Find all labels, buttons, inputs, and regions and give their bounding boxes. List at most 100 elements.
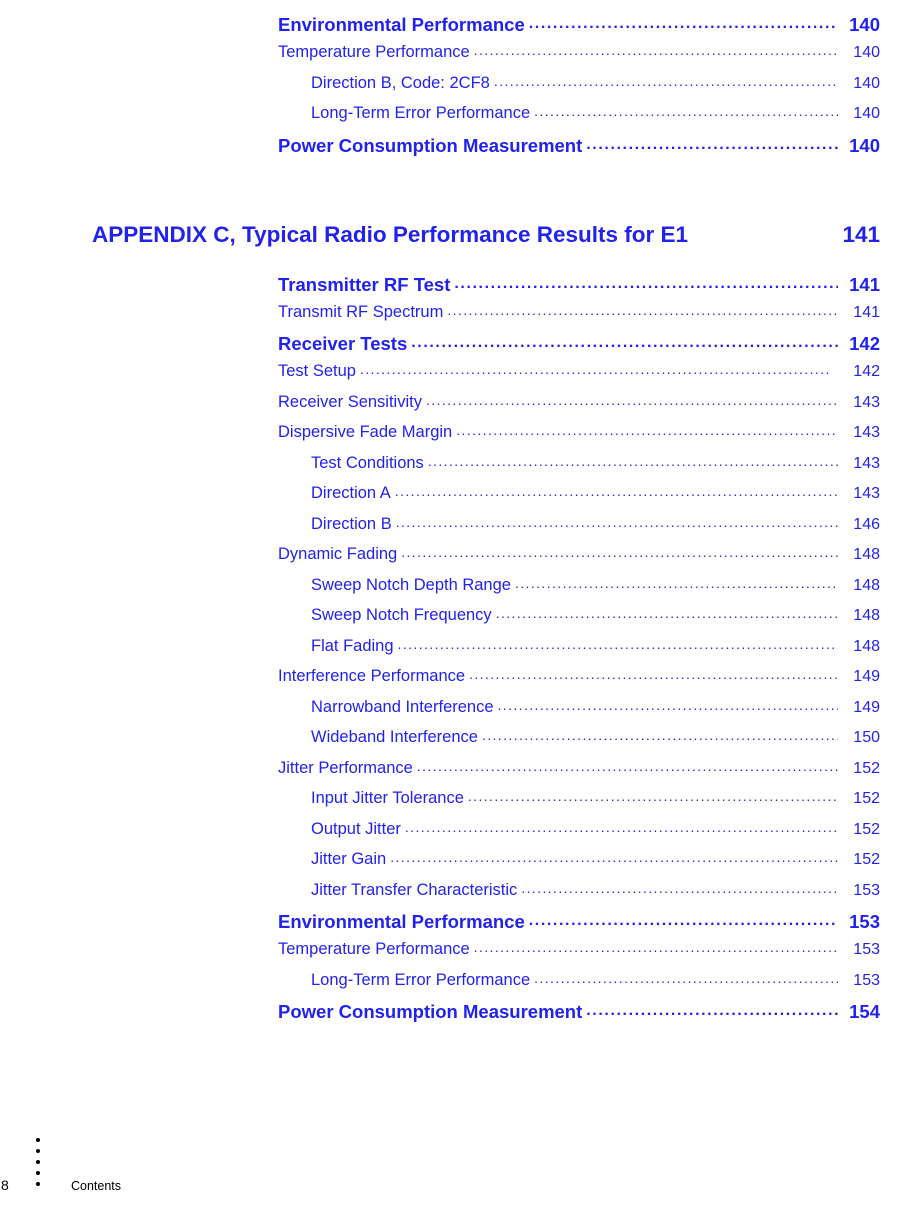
toc-entry-page: 149 [853,698,880,716]
toc-entry-page: 153 [853,881,880,899]
toc-leader-dots: ........................................… [427,452,838,469]
toc-entry-label: Power Consumption Measurement [278,1001,583,1022]
toc-entry[interactable]: Output Jitter...........................… [311,818,880,851]
toc-leader-dots: ........................................… [454,274,838,292]
toc-entry[interactable]: Direction A.............................… [311,483,880,515]
toc-entry-label: Direction B, Code: 2CF8 [311,73,490,92]
toc-entry-page: 154 [849,1001,880,1022]
toc-entry[interactable]: Wideband Interference...................… [311,727,880,759]
toc-entry-label: Long-Term Error Performance [311,970,531,989]
toc-leader-dots: ........................................… [473,42,838,58]
toc-entry-page: 148 [853,637,880,655]
toc-entry[interactable]: Receiver Tests..........................… [278,333,880,362]
toc-entry[interactable]: Environmental Performance...............… [278,911,880,940]
top-spacer [0,0,909,14]
toc-entry[interactable]: Narrowband Interference.................… [311,697,880,729]
toc-leader-dots: ........................................… [528,15,838,32]
toc-entry[interactable]: Dynamic Fading..........................… [278,544,880,576]
toc-entry-page: 142 [853,363,880,380]
toc-leader-dots: ........................................… [586,1002,838,1019]
toc-entry[interactable]: Interference Performance................… [278,666,880,698]
toc-entry-label: Long-Term Error Performance [311,104,531,122]
footer-dot-5 [36,1182,40,1186]
toc-entry-page: 142 [849,333,880,354]
toc-entry-page: 152 [853,851,880,868]
toc-leader-dots: ........................................… [404,818,838,835]
toc-entry-page: 146 [853,515,880,533]
toc-entry-label: Output Jitter [311,819,401,838]
toc-entry[interactable]: Transmitter RF Test.....................… [278,274,880,303]
toc-entry-label: Transmit RF Spectrum [278,302,444,321]
toc-entry[interactable]: Test Setup..............................… [278,361,880,393]
toc-entry[interactable]: Direction B.............................… [311,514,880,546]
toc-entry-label: Narrowband Interference [311,697,494,716]
toc-leader-dots: ........................................… [469,666,838,682]
appendix-c-heading[interactable]: APPENDIX C, Typical Radio Performance Re… [92,222,880,248]
toc-leader-dots: ........................................… [390,849,838,865]
toc-entry-label: Test Setup [278,362,356,380]
toc-leader-dots: ........................................… [456,422,838,438]
toc-entry[interactable]: Jitter Gain.............................… [311,849,880,881]
toc-section-appendix: Transmitter RF Test.....................… [0,274,909,1031]
appendix-gap-below [0,248,909,274]
footer-dot-decoration [36,1138,40,1186]
footer-dot-1 [36,1138,40,1142]
toc-entry-label: Sweep Notch Depth Range [311,575,511,594]
toc-page: Environmental Performance...............… [0,0,909,1220]
toc-entry-label: Temperature Performance [278,940,470,958]
footer-dot-2 [36,1149,40,1153]
appendix-c-title: APPENDIX C, Typical Radio Performance Re… [92,221,688,247]
toc-entry[interactable]: Receiver Sensitivity....................… [278,392,880,424]
toc-entry[interactable]: Environmental Performance...............… [278,14,880,43]
toc-entry[interactable]: Test Conditions.........................… [311,452,880,485]
toc-entry[interactable]: Power Consumption Measurement...........… [278,135,880,164]
footer-section-label: Contents [71,1179,122,1193]
toc-entry[interactable]: Direction B, Code: 2CF8.................… [311,72,880,105]
footer-dot-4 [36,1171,40,1175]
toc-entry-page: 140 [853,105,880,122]
toc-leader-dots: ........................................… [586,135,838,153]
toc-entry[interactable]: Long-Term Error Performance.............… [311,103,880,135]
toc-entry-label: Direction B [311,514,392,533]
toc-entry[interactable]: Sweep Notch Depth Range.................… [311,574,880,607]
toc-section-top: Environmental Performance...............… [0,14,909,164]
toc-entry[interactable]: Jitter Transfer Characteristic..........… [311,880,880,912]
toc-entry-page: 153 [849,911,880,932]
toc-leader-dots: ........................................… [493,72,838,89]
toc-entry-page: 141 [849,273,880,295]
toc-leader-dots: ........................................… [416,757,838,774]
toc-entry-page: 140 [849,134,880,156]
toc-entry-label: Receiver Tests [278,333,408,354]
toc-entry[interactable]: Long-Term Error Performance.............… [311,969,880,1002]
page-footer: 8 Contents [0,1130,909,1220]
toc-entry[interactable]: Temperature Performance.................… [278,42,880,74]
toc-leader-dots: ........................................… [534,103,838,119]
toc-entry-label: Input Jitter Tolerance [311,789,464,807]
toc-entry[interactable]: Sweep Notch Frequency...................… [311,605,880,637]
toc-leader-dots: ........................................… [481,727,838,743]
toc-entry-label: Interference Performance [278,667,466,685]
toc-entry-page: 143 [853,393,880,411]
toc-entry[interactable]: Temperature Performance.................… [278,939,880,971]
toc-entry-page: 153 [853,971,880,989]
toc-entry-page: 152 [853,790,880,807]
toc-entry-label: Dispersive Fade Margin [278,423,453,441]
toc-entry[interactable]: Dispersive Fade Margin..................… [278,422,880,454]
page-number: 8 [1,1177,9,1193]
toc-leader-dots: ........................................… [528,912,838,929]
toc-entry[interactable]: Input Jitter Tolerance..................… [311,788,880,820]
toc-leader-dots: ........................................… [534,969,838,986]
table-of-contents: Environmental Performance...............… [0,0,909,1030]
toc-entry-page: 153 [853,941,880,958]
toc-entry-page: 143 [853,454,880,472]
toc-leader-dots: ........................................… [467,788,838,804]
toc-entry[interactable]: Transmit RF Spectrum....................… [278,302,880,334]
toc-entry[interactable]: Jitter Performance......................… [278,757,880,790]
toc-entry-page: 150 [853,729,880,746]
toc-entry[interactable]: Flat Fading.............................… [311,636,880,668]
toc-leader-dots: ........................................… [514,574,838,591]
appendix-c-page: 141 [842,221,880,247]
toc-entry[interactable]: Power Consumption Measurement...........… [278,1001,880,1030]
toc-entry-page: 152 [853,820,880,838]
toc-leader-dots: ........................................… [359,361,831,377]
